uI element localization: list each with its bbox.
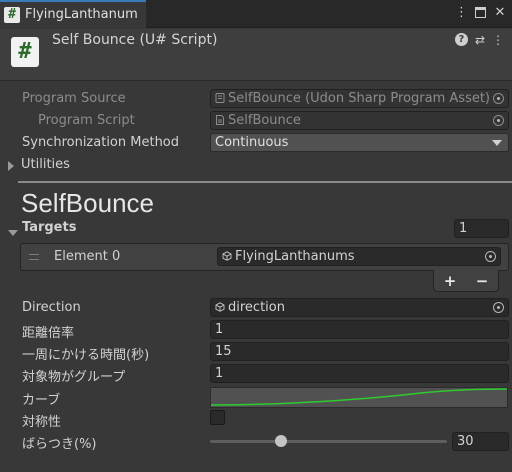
window-tab[interactable]: # FlyingLanthanum bbox=[0, 0, 146, 28]
targets-foldout[interactable] bbox=[8, 225, 18, 240]
sync-method-value: Continuous bbox=[215, 135, 289, 150]
targets-list: Element 0 FlyingLanthanums bbox=[20, 243, 509, 271]
variance-field[interactable]: 30 bbox=[452, 432, 509, 451]
kebab-menu-icon[interactable]: ⋮ bbox=[492, 33, 504, 47]
sync-method-dropdown[interactable]: Continuous bbox=[210, 133, 509, 152]
element-label: Element 0 bbox=[54, 249, 121, 264]
group-label: 対象物がグループ bbox=[22, 370, 126, 385]
direction-label: Direction bbox=[22, 300, 81, 315]
element-0-value: FlyingLanthanums bbox=[235, 249, 355, 264]
program-script-label: Program Script bbox=[38, 113, 135, 128]
preset-settings-icon[interactable]: ⇄ bbox=[475, 33, 485, 47]
component-title: Self Bounce (U# Script) bbox=[52, 32, 218, 48]
utilities-foldout[interactable] bbox=[8, 160, 14, 175]
targets-label[interactable]: Targets bbox=[22, 220, 76, 235]
object-picker-icon[interactable] bbox=[493, 115, 504, 126]
section-divider bbox=[18, 181, 512, 183]
chevron-down-icon bbox=[8, 230, 18, 236]
asset-icon bbox=[215, 93, 225, 103]
object-picker-icon[interactable] bbox=[485, 251, 496, 262]
program-script-field[interactable]: SelfBounce bbox=[210, 111, 509, 130]
distance-multiplier-field[interactable]: 1 bbox=[210, 320, 509, 339]
maximize-icon[interactable] bbox=[475, 7, 486, 18]
period-label: 一周にかける時間(秒) bbox=[22, 348, 150, 363]
symmetry-checkbox[interactable] bbox=[210, 410, 225, 425]
tab-title: FlyingLanthanum bbox=[25, 7, 138, 22]
program-source-label: Program Source bbox=[22, 91, 126, 106]
element-0-field[interactable]: FlyingLanthanums bbox=[217, 247, 501, 266]
period-field[interactable]: 15 bbox=[210, 342, 509, 361]
object-picker-icon[interactable] bbox=[493, 302, 504, 313]
list-add-remove: + − bbox=[433, 270, 499, 292]
cube-icon bbox=[222, 251, 232, 261]
variance-label: ばらつき(%) bbox=[22, 437, 97, 452]
chevron-right-icon bbox=[8, 161, 14, 171]
drag-handle-icon[interactable] bbox=[29, 254, 39, 260]
program-source-field[interactable]: SelfBounce (Udon Sharp Program Asset) bbox=[210, 89, 509, 108]
program-source-value: SelfBounce (Udon Sharp Program Asset) bbox=[228, 91, 491, 106]
utilities-label[interactable]: Utilities bbox=[21, 157, 70, 172]
variance-slider-thumb[interactable] bbox=[275, 435, 288, 447]
close-icon[interactable]: ✕ bbox=[494, 5, 506, 20]
curve-preview bbox=[211, 388, 507, 406]
script-file-icon bbox=[216, 115, 224, 125]
object-picker-icon[interactable] bbox=[493, 93, 504, 104]
add-element-button[interactable]: + bbox=[444, 272, 457, 290]
curve-label: カーブ bbox=[22, 393, 61, 408]
symmetry-label: 対称性 bbox=[22, 415, 62, 430]
targets-size-field[interactable]: 1 bbox=[454, 219, 509, 238]
component-header: # Self Bounce (U# Script) ? ⇄ ⋮ bbox=[0, 29, 512, 81]
group-field[interactable]: 1 bbox=[210, 364, 509, 383]
dropdown-arrow-icon bbox=[492, 140, 502, 146]
variance-slider-track[interactable] bbox=[210, 440, 447, 443]
program-script-value: SelfBounce bbox=[228, 113, 301, 128]
kebab-menu-icon[interactable]: ⋮ bbox=[455, 5, 468, 20]
sync-method-label: Synchronization Method bbox=[22, 135, 180, 150]
remove-element-button[interactable]: − bbox=[476, 272, 489, 290]
distance-multiplier-label: 距離倍率 bbox=[22, 326, 75, 341]
csharp-script-icon: # bbox=[11, 37, 39, 67]
header-actions: ? ⇄ ⋮ bbox=[454, 33, 504, 47]
window-controls: ⋮ ✕ bbox=[455, 5, 506, 20]
csharp-script-icon: # bbox=[4, 7, 20, 23]
cube-icon bbox=[215, 302, 225, 312]
help-icon[interactable]: ? bbox=[454, 33, 468, 46]
direction-field[interactable]: direction bbox=[210, 298, 509, 317]
section-title: SelfBounce bbox=[21, 188, 154, 218]
curve-field[interactable] bbox=[210, 387, 508, 408]
direction-value: direction bbox=[228, 300, 285, 315]
